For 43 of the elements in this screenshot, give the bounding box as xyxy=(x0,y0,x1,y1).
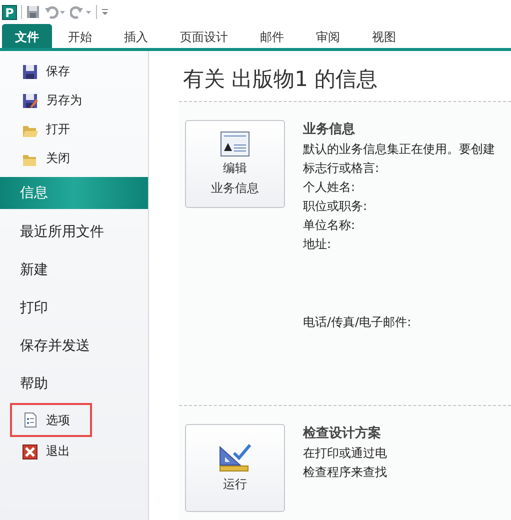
menu-item[interactable]: 另存为 xyxy=(10,86,92,115)
ribbon-tab[interactable]: 视图 xyxy=(356,24,412,48)
menu-item[interactable]: 新建 xyxy=(0,251,148,289)
info-text: 在打印或通过电 xyxy=(303,446,387,460)
section-heading: 业务信息 xyxy=(303,121,356,138)
section-button[interactable]: 编辑 业务信息 xyxy=(185,120,285,208)
menu-item[interactable]: 帮助 xyxy=(0,365,148,403)
menu-item[interactable]: 选项 xyxy=(10,403,92,437)
ribbon-tab[interactable]: 页面设计 xyxy=(164,24,244,48)
menu-item[interactable]: 退出 xyxy=(10,437,92,466)
document-icon xyxy=(22,412,38,428)
info-text: 地址: xyxy=(303,237,332,251)
redo-icon[interactable] xyxy=(70,5,92,19)
info-text: 默认的业务信息集正在使用。要创建 xyxy=(303,142,495,156)
ribbon-tab[interactable]: 插入 xyxy=(108,24,164,48)
floppy-pencil-icon xyxy=(22,92,38,108)
section-button[interactable]: 运行 xyxy=(185,424,285,512)
customize-icon[interactable] xyxy=(101,7,109,17)
app-logo: P xyxy=(2,4,17,20)
floppy-icon xyxy=(22,64,38,80)
undo-icon[interactable] xyxy=(44,5,66,19)
menu-item[interactable]: 关闭 xyxy=(10,144,92,173)
ruler-check-icon xyxy=(218,443,252,473)
ribbon-tab[interactable]: 文件 xyxy=(2,24,52,48)
info-text: 职位或职务: xyxy=(303,199,368,213)
menu-item[interactable]: 保存并发送 xyxy=(0,327,148,365)
info-text: 标志行或格言: xyxy=(303,161,380,175)
section-heading: 检查设计方案 xyxy=(303,424,382,442)
ribbon-tab[interactable]: 邮件 xyxy=(244,24,300,48)
business-card-icon xyxy=(220,131,250,157)
ribbon-tab[interactable]: 审阅 xyxy=(300,24,356,48)
menu-item[interactable]: 最近所用文件 xyxy=(0,213,148,251)
info-text: 检查程序来查找 xyxy=(303,465,387,479)
info-text: 单位名称: xyxy=(303,218,356,232)
ribbon-tab[interactable]: 开始 xyxy=(52,24,108,48)
menu-item[interactable]: 打印 xyxy=(0,289,148,327)
save-icon[interactable] xyxy=(26,5,40,19)
menu-item[interactable]: 信息 xyxy=(0,177,148,209)
close-icon xyxy=(22,444,38,460)
info-text: 个人姓名: xyxy=(303,180,356,194)
info-text: 电话/传真/电子邮件: xyxy=(303,315,412,329)
menu-item[interactable]: 打开 xyxy=(10,115,92,144)
menu-item[interactable]: 保存 xyxy=(10,57,92,86)
